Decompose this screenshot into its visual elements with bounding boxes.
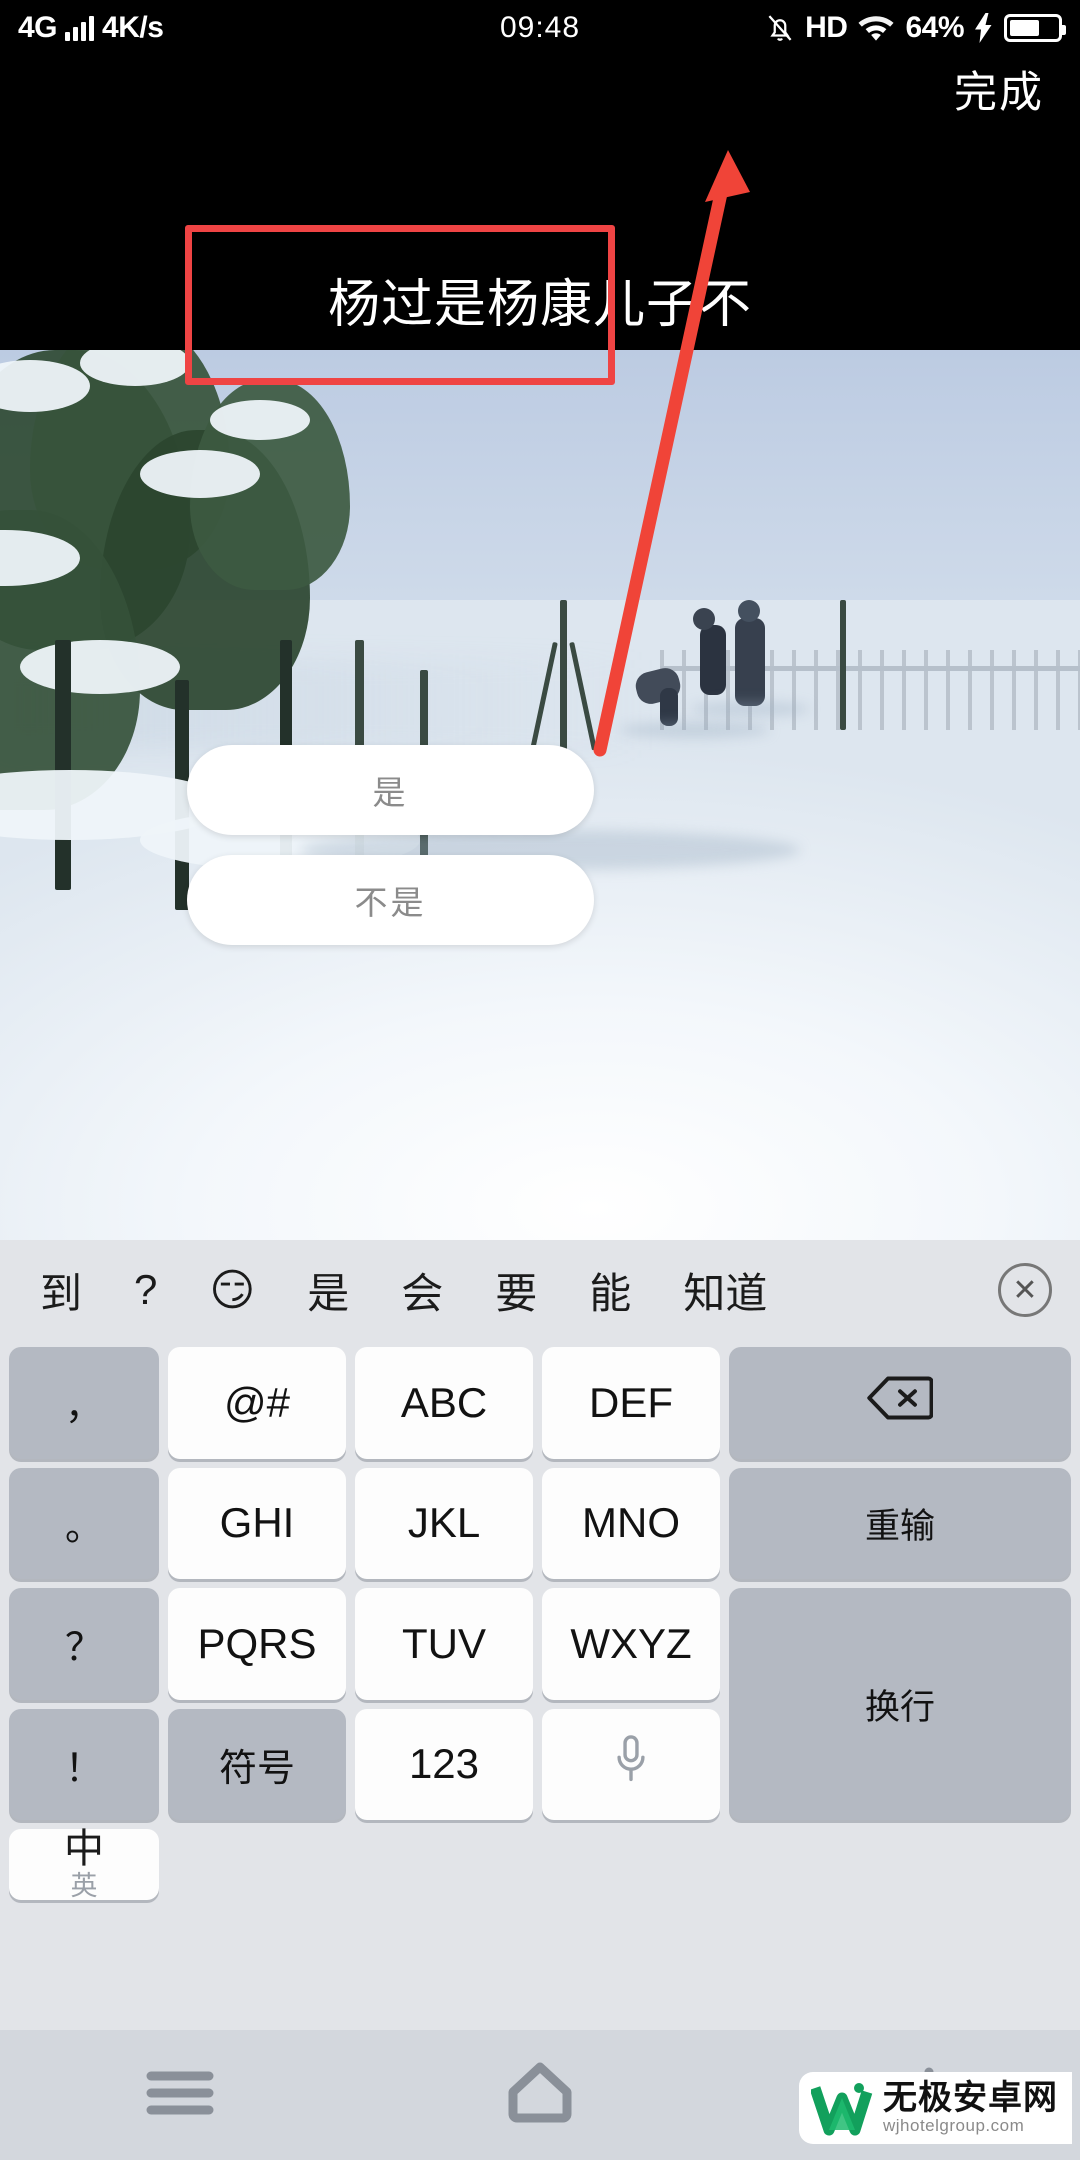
keyboard: 到 ? 😏 是 会 要 能 知道 ✕ ， @# ABC DEF 。 GHI JK… bbox=[0, 1240, 1080, 2030]
close-icon[interactable]: ✕ bbox=[998, 1263, 1052, 1317]
suggestion-item[interactable]: 到 bbox=[14, 1260, 108, 1321]
compose-area[interactable]: 杨过是杨康儿子不 bbox=[0, 120, 1080, 350]
key-retype[interactable]: 重输 bbox=[729, 1467, 1071, 1579]
key-abc[interactable]: ABC bbox=[355, 1347, 533, 1459]
language-en-label: 英 bbox=[70, 1871, 98, 1901]
key-def[interactable]: DEF bbox=[542, 1347, 720, 1459]
suggestion-item[interactable]: 要 bbox=[469, 1260, 563, 1321]
watermark-url: wjhotelgroup.com bbox=[883, 2115, 1025, 2135]
battery-icon bbox=[1004, 14, 1066, 42]
backspace-icon bbox=[867, 1375, 934, 1431]
key-tuv[interactable]: TUV bbox=[355, 1588, 533, 1700]
key-123[interactable]: 123 bbox=[355, 1708, 533, 1820]
home-icon bbox=[503, 2058, 577, 2133]
key-ghi[interactable]: GHI bbox=[168, 1467, 346, 1579]
watermark-text: 无极安卓网 wjhotelgroup.com bbox=[883, 2081, 1058, 2135]
language-toggle-labels: 中 英 bbox=[64, 1829, 104, 1900]
key-comma[interactable]: ， bbox=[9, 1347, 159, 1459]
status-bar: 4G 4K/s 09:48 HD 64% bbox=[0, 0, 1080, 56]
nav-home[interactable] bbox=[480, 2050, 600, 2140]
key-grid: ， @# ABC DEF 。 GHI JKL MNO 重输 ？ PQRS TUV… bbox=[0, 1340, 1080, 1900]
choice-label-yes: 是 bbox=[372, 774, 409, 811]
suggestion-item[interactable]: 会 bbox=[375, 1260, 469, 1321]
suggestion-item[interactable]: ? bbox=[108, 1266, 183, 1314]
language-zh-label: 中 bbox=[64, 1827, 104, 1871]
choice-button-yes[interactable]: 是 bbox=[187, 745, 594, 835]
done-button[interactable]: 完成 bbox=[954, 58, 1044, 120]
key-at-hash[interactable]: @# bbox=[168, 1347, 346, 1459]
watermark-name: 无极安卓网 bbox=[883, 2079, 1058, 2118]
key-wxyz[interactable]: WXYZ bbox=[542, 1588, 720, 1700]
key-newline[interactable]: 换行 bbox=[729, 1588, 1071, 1820]
background-photo: 是 不是 bbox=[0, 350, 1080, 1240]
watermark-logo-icon bbox=[811, 2083, 873, 2136]
nav-recents[interactable] bbox=[120, 2050, 240, 2140]
key-language-toggle[interactable]: 中 英 bbox=[9, 1829, 159, 1900]
suggestion-emoji-item[interactable]: 😏 bbox=[183, 1265, 281, 1316]
key-backspace[interactable] bbox=[729, 1347, 1071, 1459]
status-bar-clock: 09:48 bbox=[499, 11, 581, 44]
key-jkl[interactable]: JKL bbox=[355, 1467, 533, 1579]
key-pqrs[interactable]: PQRS bbox=[168, 1588, 346, 1700]
key-voice[interactable] bbox=[542, 1708, 720, 1820]
key-period[interactable]: 。 bbox=[9, 1467, 159, 1579]
phone-screen: 4G 4K/s 09:48 HD 64% 完成 杨过是杨康儿子不 是 不是 到 … bbox=[0, 0, 1080, 2160]
suggestion-item[interactable]: 知道 bbox=[657, 1260, 793, 1321]
compose-input-text[interactable]: 杨过是杨康儿子不 bbox=[0, 276, 1080, 336]
key-exclaim[interactable]: ！ bbox=[9, 1708, 159, 1820]
key-mno[interactable]: MNO bbox=[542, 1467, 720, 1579]
suggestion-item[interactable]: 是 bbox=[281, 1260, 375, 1321]
key-symbols[interactable]: 符号 bbox=[168, 1708, 346, 1820]
microphone-icon bbox=[614, 1733, 648, 1795]
choice-button-no[interactable]: 不是 bbox=[187, 855, 594, 945]
choice-label-no: 不是 bbox=[354, 884, 427, 921]
key-question[interactable]: ？ bbox=[9, 1588, 159, 1700]
site-watermark: 无极安卓网 wjhotelgroup.com bbox=[799, 2072, 1072, 2144]
suggestion-item[interactable]: 能 bbox=[563, 1260, 657, 1321]
suggestion-bar: 到 ? 😏 是 会 要 能 知道 ✕ bbox=[0, 1240, 1080, 1340]
menu-icon bbox=[143, 2066, 217, 2125]
